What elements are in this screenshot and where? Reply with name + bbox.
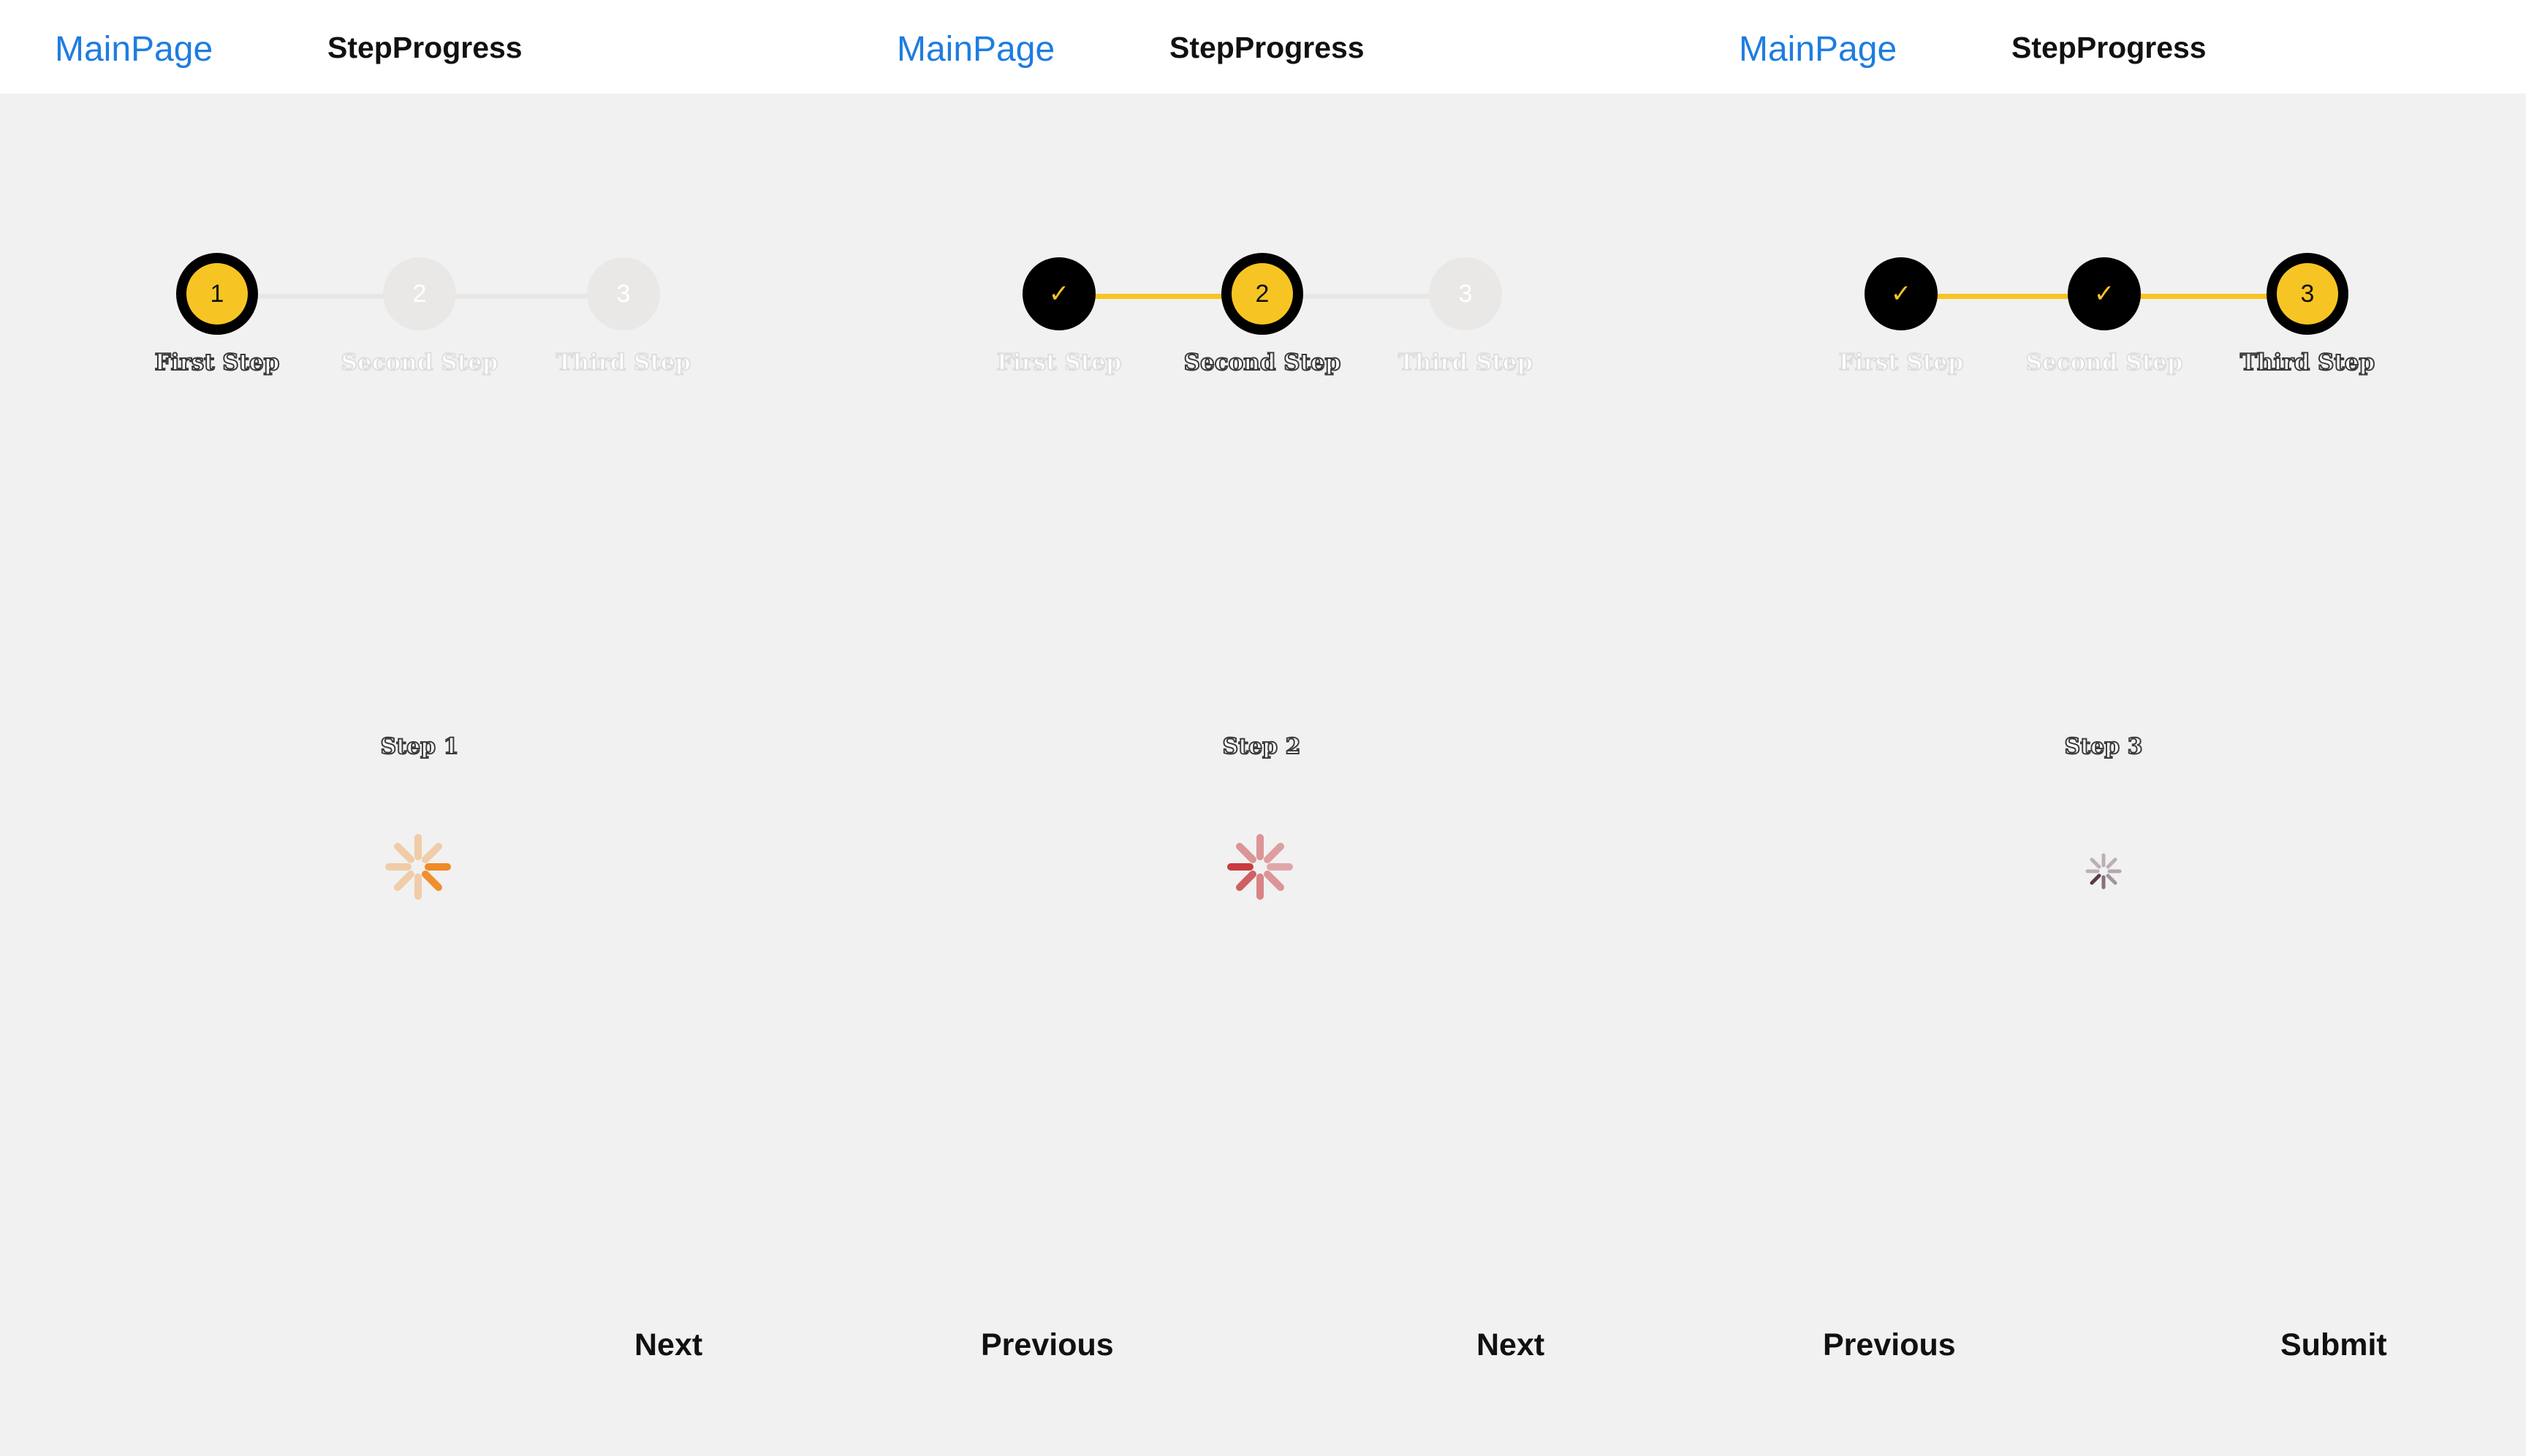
mainpage-back-link[interactable]: MainPage — [897, 29, 1055, 69]
step-indicator-2[interactable]: 2 — [383, 257, 456, 330]
previous-button[interactable]: Previous — [1823, 1327, 1956, 1363]
step-label-3: Third Step — [2239, 349, 2375, 376]
step-label-2: Second Step — [1183, 349, 1342, 376]
progress-connector — [1933, 294, 2076, 299]
step-label-2: Second Step — [2025, 349, 2184, 376]
app-window: MainPage StepProgress 1 2 3 First Step S… — [0, 0, 2526, 1456]
checkmark-icon: ✓ — [1048, 280, 1070, 308]
step-number: 2 — [1255, 279, 1270, 308]
progress-connector — [1301, 294, 1436, 299]
step-label-3: Third Step — [555, 349, 691, 376]
next-button[interactable]: Next — [634, 1327, 702, 1363]
loading-spinner-icon — [1227, 834, 1293, 900]
step-indicator-2[interactable]: ✓ — [2068, 257, 2141, 330]
mainpage-back-link[interactable]: MainPage — [55, 29, 213, 69]
step-indicator-3[interactable]: 3 — [1429, 257, 1502, 330]
page-title: StepProgress — [2011, 31, 2207, 64]
step-indicator-1[interactable]: ✓ — [1865, 257, 1938, 330]
next-button[interactable]: Next — [1476, 1327, 1544, 1363]
step-indicator-1[interactable]: 1 — [176, 253, 258, 335]
progress-connector — [1093, 294, 1232, 299]
mainpage-back-link[interactable]: MainPage — [1739, 29, 1897, 69]
step-label-3: Third Step — [1397, 349, 1533, 376]
step-number: 3 — [1458, 279, 1473, 308]
step-indicator-3[interactable]: 3 — [587, 257, 660, 330]
step-content-title: Step 2 — [1222, 733, 1302, 760]
loading-spinner-icon — [2085, 853, 2122, 890]
step-content-title: Step 3 — [2064, 733, 2144, 760]
step-label-1: First Step — [1838, 349, 1965, 376]
loading-spinner-icon — [385, 834, 451, 900]
step-number: 1 — [210, 279, 224, 308]
step-number: 3 — [616, 279, 631, 308]
step-content-title: Step 1 — [380, 733, 460, 760]
step-number: 2 — [412, 279, 427, 308]
page-title: StepProgress — [327, 31, 523, 64]
checkmark-icon: ✓ — [1890, 280, 1912, 308]
submit-button[interactable]: Submit — [2280, 1327, 2387, 1363]
progress-connector — [2138, 294, 2280, 299]
step-indicator-1[interactable]: ✓ — [1023, 257, 1096, 330]
step-indicator-3[interactable]: 3 — [2267, 253, 2348, 335]
checkmark-icon: ✓ — [2093, 280, 2115, 308]
step-number: 3 — [2300, 279, 2315, 308]
page-title: StepProgress — [1169, 31, 1365, 64]
step-label-2: Second Step — [341, 349, 499, 376]
previous-button[interactable]: Previous — [981, 1327, 1114, 1363]
step-label-1: First Step — [996, 349, 1123, 376]
step-indicator-2[interactable]: 2 — [1221, 253, 1303, 335]
step-label-1: First Step — [154, 349, 281, 376]
